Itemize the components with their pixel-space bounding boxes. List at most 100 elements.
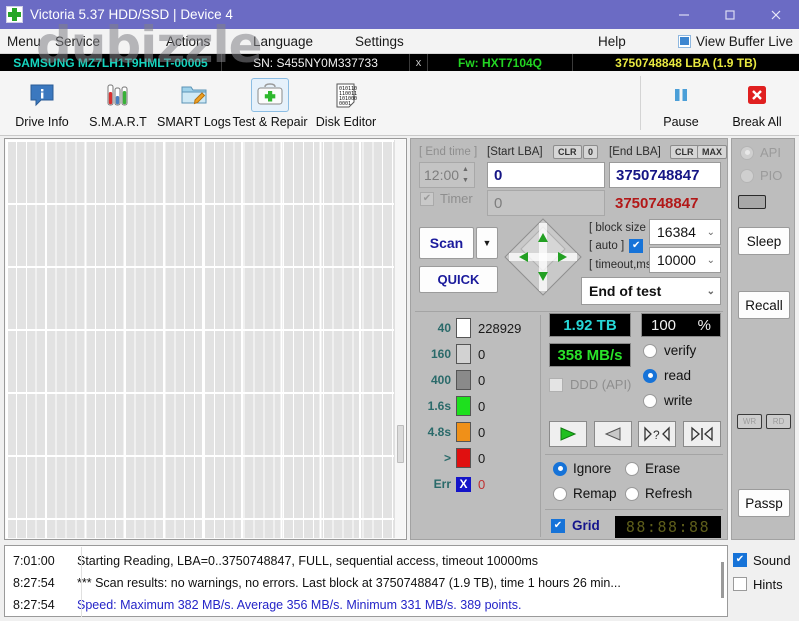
drive-info-bar: SAMSUNG MZ7LH1T9HMLT-00005 SN: S455NY0M3… <box>0 54 799 71</box>
legend-swatch <box>456 422 471 442</box>
start-lba-secondary-input[interactable]: 0 <box>487 190 605 216</box>
scan-grid-scrollbar[interactable] <box>394 140 405 538</box>
read-mini-button[interactable]: RD <box>766 414 791 429</box>
end-lba-input[interactable]: 3750748847 <box>609 162 721 188</box>
verify-radio[interactable] <box>643 343 657 358</box>
recall-button[interactable]: Recall <box>738 291 790 319</box>
menu-bar: Menu Service Actions Language Settings H… <box>0 29 799 54</box>
auto-row: [ auto ] <box>589 239 644 253</box>
pio-radio[interactable] <box>740 168 754 183</box>
erase-radio[interactable] <box>625 461 639 476</box>
legend-time: 4.8s <box>427 425 451 439</box>
sound-checkbox[interactable] <box>733 553 747 567</box>
block-size-select[interactable]: 16384 ⌄ <box>649 219 721 245</box>
legend-swatch <box>456 344 471 364</box>
toolbar-button-smart-logs[interactable]: SMART Logs <box>156 71 232 135</box>
sleep-button[interactable]: Sleep <box>738 227 790 255</box>
end-lba-clr-button[interactable]: CLR <box>670 145 699 159</box>
refresh-label: Refresh <box>645 486 693 501</box>
stepper-up-icon[interactable]: ▲ <box>459 164 472 175</box>
direction-pad[interactable] <box>503 217 583 297</box>
error-action-refresh[interactable]: Refresh <box>625 486 692 501</box>
ddd-api-row[interactable]: DDD (API) <box>549 377 631 392</box>
info-speech-bubble-icon <box>23 78 61 112</box>
log-panel[interactable]: 7:01:00 Starting Reading, LBA=0..3750748… <box>4 545 728 617</box>
grid-checkbox-row[interactable]: Grid <box>551 518 600 533</box>
menu-item-actions[interactable]: Actions <box>166 34 210 49</box>
menu-item-language[interactable]: Language <box>253 34 313 49</box>
play-forward-button[interactable] <box>549 421 587 447</box>
scan-button[interactable]: Scan <box>419 227 474 259</box>
legend-row-error: Err X 0 <box>417 471 545 497</box>
view-buffer-live-label: View Buffer Live <box>695 33 793 49</box>
write-radio[interactable] <box>643 393 657 408</box>
refresh-radio[interactable] <box>625 486 639 501</box>
end-lba-value: 3750748847 <box>616 166 700 184</box>
write-label: write <box>664 393 693 408</box>
mode-option-write[interactable]: write <box>643 393 693 408</box>
mode-option-read[interactable]: read <box>643 368 691 383</box>
minimize-icon[interactable] <box>661 0 707 29</box>
toolbar-button-test-repair[interactable]: Test & Repair <box>232 71 308 135</box>
legend-swatch <box>456 448 471 468</box>
error-action-erase[interactable]: Erase <box>625 461 680 476</box>
panel-divider <box>415 311 723 312</box>
ignore-radio[interactable] <box>553 461 567 476</box>
passport-button[interactable]: Passp <box>738 489 790 517</box>
log-scrollbar[interactable] <box>721 562 724 598</box>
start-lba-zero-button[interactable]: 0 <box>583 145 599 159</box>
scan-grid-scroll-thumb[interactable] <box>397 425 404 463</box>
toolbar-button-pause[interactable]: Pause <box>643 71 719 135</box>
legend-row: 160 0 <box>417 341 545 367</box>
legend-time: 1.6s <box>427 399 451 413</box>
close-icon[interactable] <box>753 0 799 29</box>
timer-checkbox[interactable] <box>420 191 434 206</box>
menu-item-service[interactable]: Service <box>55 34 100 49</box>
skip-start-button[interactable] <box>682 421 721 447</box>
end-time-stepper[interactable]: 12:00 ▲ ▼ <box>419 162 475 188</box>
interface-option-pio[interactable]: PIO <box>740 168 782 183</box>
quick-button[interactable]: QUICK <box>419 266 498 293</box>
hints-checkbox[interactable] <box>733 577 747 591</box>
toolbar-button-smart[interactable]: S.M.A.R.T <box>80 71 156 135</box>
svg-text:?: ? <box>653 428 660 442</box>
toolbar-button-disk-editor[interactable]: 010110 110011 101000 0001 Disk Editor <box>308 71 384 135</box>
step-query-button[interactable]: ? <box>638 421 677 447</box>
toolbar-button-drive-info[interactable]: Drive Info <box>4 71 80 135</box>
timer-checkbox-row[interactable]: Timer <box>420 191 473 206</box>
write-mini-button[interactable]: WR <box>737 414 762 429</box>
error-action-remap[interactable]: Remap <box>553 486 617 501</box>
sound-option-row[interactable]: Sound <box>733 548 791 572</box>
end-of-test-select[interactable]: End of test ⌄ <box>581 277 721 305</box>
end-lba-max-button[interactable]: MAX <box>697 145 727 159</box>
end-lba-label: [End LBA] <box>609 146 661 158</box>
stepper-arrows[interactable]: ▲ ▼ <box>459 164 472 186</box>
hints-option-row[interactable]: Hints <box>733 572 791 596</box>
menu-item-settings[interactable]: Settings <box>355 34 404 49</box>
view-buffer-live-button[interactable]: View Buffer Live <box>677 33 793 49</box>
interface-option-api[interactable]: API <box>740 145 781 160</box>
start-lba-input[interactable]: 0 <box>487 162 605 188</box>
toolbar-button-break-all[interactable]: Break All <box>719 71 795 135</box>
mode-option-verify[interactable]: verify <box>643 343 696 358</box>
scan-dropdown-button[interactable]: ▼ <box>476 227 498 259</box>
timeout-select[interactable]: 10000 ⌄ <box>649 247 721 273</box>
play-reverse-icon <box>604 427 621 441</box>
start-lba-clr-button[interactable]: CLR <box>553 145 582 159</box>
ddd-api-checkbox[interactable] <box>549 377 563 392</box>
remap-radio[interactable] <box>553 486 567 501</box>
error-action-ignore[interactable]: Ignore <box>553 461 611 476</box>
scan-grid-panel[interactable] <box>4 138 407 540</box>
api-radio[interactable] <box>740 145 754 160</box>
chevron-down-icon: ⌄ <box>706 254 715 266</box>
auto-checkbox[interactable] <box>629 239 644 253</box>
read-radio[interactable] <box>643 368 657 383</box>
maximize-icon[interactable] <box>707 0 753 29</box>
test-tubes-icon <box>99 78 137 112</box>
menu-item-help[interactable]: Help <box>598 34 626 49</box>
drive-close-icon[interactable]: x <box>410 54 428 71</box>
stepper-down-icon[interactable]: ▼ <box>459 175 472 186</box>
menu-item-menu[interactable]: Menu <box>7 34 41 49</box>
play-reverse-button[interactable] <box>593 421 632 447</box>
grid-checkbox[interactable] <box>551 518 565 533</box>
